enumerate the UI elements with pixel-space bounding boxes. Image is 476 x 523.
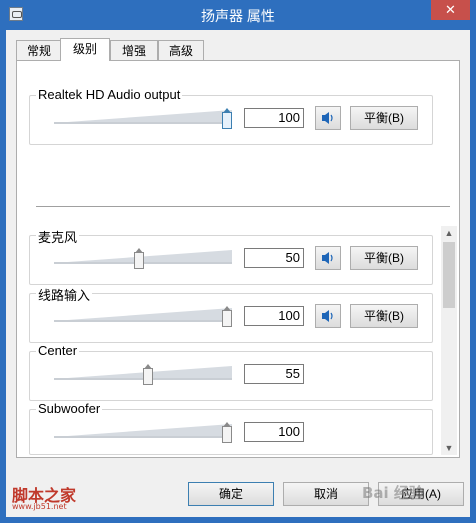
levels-panel: Realtek HD Audio output 100 平衡(B) 麦克风 50… — [16, 60, 460, 458]
scrollbar-thumb[interactable] — [443, 242, 455, 308]
scroll-up-arrow-icon[interactable]: ▲ — [441, 226, 457, 240]
channel-line-in-group: 线路输入 100 平衡(B) — [29, 285, 433, 343]
cancel-button[interactable]: 取消 — [283, 482, 369, 506]
subwoofer-value[interactable]: 100 — [244, 422, 304, 442]
main-volume-thumb[interactable] — [222, 108, 232, 129]
microphone-balance-button[interactable]: 平衡(B) — [350, 246, 418, 270]
main-volume-value[interactable]: 100 — [244, 108, 304, 128]
main-mute-button[interactable] — [315, 106, 341, 130]
dialog-window: 扬声器 属性 ✕ 常规 级别 增强 高级 Realtek HD Audio ou… — [0, 0, 476, 523]
divider — [36, 206, 450, 207]
watermark-site-url: www.jb51.net — [12, 502, 67, 511]
channel-subwoofer-label: Subwoofer — [36, 401, 103, 416]
main-device-label: Realtek HD Audio output — [36, 87, 183, 102]
tab-general[interactable]: 常规 — [16, 40, 62, 60]
microphone-mute-button[interactable] — [315, 246, 341, 270]
subwoofer-slider-thumb[interactable] — [222, 422, 232, 443]
tab-advanced[interactable]: 高级 — [158, 40, 204, 60]
dialog-client-area: 常规 级别 增强 高级 Realtek HD Audio output 100 — [6, 30, 470, 517]
channels-scrollbar[interactable]: ▲ ▼ — [441, 226, 457, 455]
microphone-slider-thumb[interactable] — [134, 248, 144, 269]
channel-line-in-label: 线路输入 — [36, 285, 93, 304]
channel-subwoofer-group: Subwoofer 100 — [29, 401, 433, 455]
speaker-icon — [322, 112, 333, 124]
line-in-balance-button[interactable]: 平衡(B) — [350, 304, 418, 328]
speaker-icon — [322, 252, 333, 264]
title-bar[interactable]: 扬声器 属性 ✕ — [0, 0, 476, 30]
center-slider-thumb[interactable] — [143, 364, 153, 385]
center-value[interactable]: 55 — [244, 364, 304, 384]
subwoofer-slider-track — [54, 436, 232, 438]
ok-button[interactable]: 确定 — [188, 482, 274, 506]
line-in-mute-button[interactable] — [315, 304, 341, 328]
scroll-down-arrow-icon[interactable]: ▼ — [441, 441, 457, 455]
close-button[interactable]: ✕ — [431, 0, 470, 20]
channel-microphone-label: 麦克风 — [36, 227, 80, 246]
line-in-slider-thumb[interactable] — [222, 306, 232, 327]
main-device-group: Realtek HD Audio output 100 平衡(B) — [29, 87, 433, 145]
main-slider-track — [54, 122, 232, 124]
channel-microphone-group: 麦克风 50 平衡(B) — [29, 227, 433, 285]
window-title: 扬声器 属性 — [201, 8, 275, 24]
watermark-baidu: Bai 经验 — [362, 484, 424, 502]
speaker-icon — [322, 310, 333, 322]
microphone-value[interactable]: 50 — [244, 248, 304, 268]
tab-levels[interactable]: 级别 — [60, 38, 110, 61]
line-in-value[interactable]: 100 — [244, 306, 304, 326]
main-balance-button[interactable]: 平衡(B) — [350, 106, 418, 130]
channel-center-label: Center — [36, 343, 80, 358]
channel-center-group: Center 55 — [29, 343, 433, 401]
tab-enhancements[interactable]: 增强 — [110, 40, 158, 60]
line-in-slider-track — [54, 320, 232, 322]
